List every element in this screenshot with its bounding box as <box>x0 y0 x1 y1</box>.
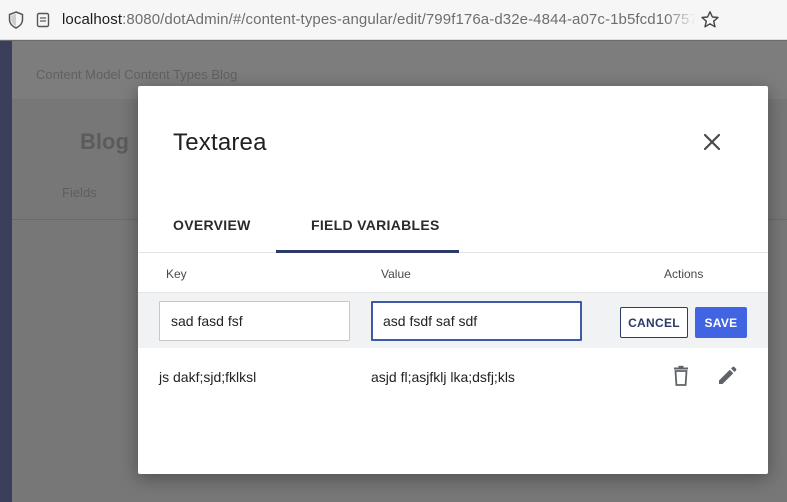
dialog-tabs: OVERVIEW FIELD VARIABLES <box>138 201 768 253</box>
column-header-actions: Actions <box>664 267 704 281</box>
page-lock-icon[interactable] <box>36 12 50 28</box>
column-header-value: Value <box>381 267 411 281</box>
close-icon[interactable] <box>700 130 724 154</box>
trash-icon[interactable] <box>671 365 691 387</box>
variable-key-input[interactable] <box>159 301 350 341</box>
browser-address-bar: localhost:8080/dotAdmin/#/content-types-… <box>0 0 787 40</box>
pencil-icon[interactable] <box>716 365 738 387</box>
cancel-button[interactable]: CANCEL <box>620 307 688 338</box>
save-button[interactable]: SAVE <box>695 307 747 338</box>
url-host: localhost <box>62 11 123 28</box>
dialog-title: Textarea <box>173 129 267 156</box>
table-header: Key Value Actions <box>138 254 768 292</box>
edit-variable-row: CANCEL SAVE <box>138 292 768 348</box>
bookmark-star-icon[interactable] <box>700 10 720 30</box>
tab-field-variables[interactable]: FIELD VARIABLES <box>311 217 440 233</box>
variable-key: js dakf;sjd;fklksl <box>159 369 257 385</box>
table-row: js dakf;sjd;fklksl asjd fl;asjfklj lka;d… <box>138 348 768 406</box>
field-dialog: Textarea OVERVIEW FIELD VARIABLES Key Va… <box>138 86 768 474</box>
url-field[interactable]: localhost:8080/dotAdmin/#/content-types-… <box>62 11 696 29</box>
shield-icon[interactable] <box>8 11 24 29</box>
variable-value-input[interactable] <box>371 301 582 341</box>
background-tab: Fields <box>62 185 97 200</box>
column-header-key: Key <box>166 267 187 281</box>
url-path: :8080/dotAdmin/#/content-types-angular/e… <box>122 11 696 28</box>
variable-value: asjd fl;asjfklj lka;dsfj;kls <box>371 369 515 385</box>
active-tab-indicator <box>276 250 459 253</box>
page-title: Blog <box>80 129 129 154</box>
sidebar <box>0 41 12 502</box>
breadcrumb: Content Model Content Types Blog <box>36 67 238 82</box>
tab-overview[interactable]: OVERVIEW <box>173 217 251 233</box>
